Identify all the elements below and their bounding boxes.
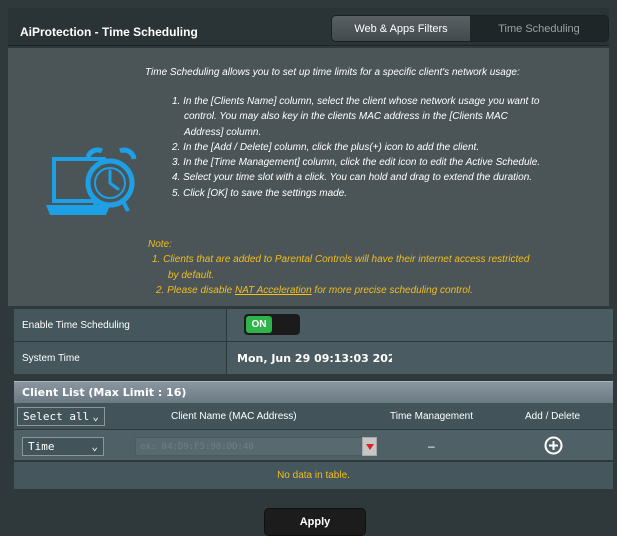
enable-time-scheduling-label: Enable Time Scheduling: [22, 320, 130, 331]
nat-acceleration-link[interactable]: NAT Acceleration: [235, 285, 312, 296]
step-2: 2. In the [Add / Delete] column, click t…: [172, 141, 480, 153]
note-1-line-2: by default.: [168, 269, 215, 281]
page-title: AiProtection - Time Scheduling: [20, 25, 198, 39]
client-time-value: Time: [28, 440, 55, 453]
client-input-row: Time ⌄ ex: 04:D9:F5:98:DD:40 –: [14, 430, 613, 460]
client-list-header: Client List (Max Limit : 16): [14, 381, 613, 403]
step-4: 4. Select your time slot with a click. Y…: [172, 172, 533, 184]
client-list-title: Client List (Max Limit : 16): [22, 386, 187, 399]
step-1-line-1: 1. In the [Clients Name] column, select …: [172, 96, 540, 107]
client-time-dropdown[interactable]: Time ⌄: [22, 437, 104, 456]
system-time-label: System Time: [22, 353, 80, 364]
chevron-down-icon: ⌄: [92, 410, 99, 423]
toggle-on-label: ON: [246, 316, 272, 333]
system-time-value: Mon, Jun 29 09:13:03 2020: [237, 352, 392, 365]
time-management-value: –: [428, 439, 435, 453]
chevron-down-icon: ⌄: [91, 440, 98, 453]
enable-time-scheduling-row: Enable Time Scheduling ON: [14, 308, 613, 341]
enable-time-scheduling-cell: ON: [226, 309, 613, 341]
step-1-line-3: Address] column.: [184, 126, 262, 138]
column-add-delete: Add / Delete: [525, 411, 581, 422]
note-1-line-1: 1. Clients that are added to Parental Co…: [152, 254, 530, 266]
column-client-name: Client Name (MAC Address): [171, 411, 297, 422]
note-2: 2. Please disable NAT Acceleration for m…: [148, 283, 603, 298]
note-2-suffix: for more precise scheduling control.: [311, 284, 473, 296]
client-mac-input[interactable]: ex: 04:D9:F5:98:DD:40: [135, 437, 364, 456]
intro-text: Time Scheduling allows you to set up tim…: [145, 67, 520, 78]
system-time-cell: Mon, Jun 29 09:13:03 2020: [226, 342, 613, 374]
instruction-steps: 1. In the [Clients Name] column, select …: [172, 94, 604, 201]
tab-bar: Web & Apps Filters Time Scheduling: [331, 15, 609, 42]
select-all-dropdown[interactable]: Select all ⌄: [17, 407, 105, 426]
column-time-management: Time Management: [390, 411, 473, 422]
step-3: 3. In the [Time Management] column, clic…: [172, 157, 541, 169]
clock-laptop-icon: [40, 145, 140, 225]
apply-button[interactable]: Apply: [264, 508, 366, 536]
no-data-row: No data in table.: [14, 462, 613, 489]
step-5: 5. Click [OK] to save the settings made.: [172, 187, 348, 199]
note-2-prefix: 2. Please disable: [156, 284, 235, 296]
select-all-value: Select all: [23, 410, 90, 423]
system-time-row: System Time Mon, Jun 29 09:13:03 2020: [14, 341, 613, 374]
enable-time-scheduling-toggle[interactable]: ON: [244, 314, 300, 335]
client-mac-dropdown-button[interactable]: [362, 437, 377, 456]
tab-web-apps-filters[interactable]: Web & Apps Filters: [332, 16, 470, 41]
no-data-text: No data in table.: [277, 470, 350, 481]
add-client-icon[interactable]: [544, 436, 563, 455]
note-block: Note: 1. Clients that are added to Paren…: [148, 237, 603, 298]
tab-time-scheduling[interactable]: Time Scheduling: [470, 16, 608, 41]
step-1-line-2: control. You may also key in the clients…: [184, 111, 508, 123]
note-label: Note:: [148, 239, 172, 250]
client-table-header: Select all ⌄ Client Name (MAC Address) T…: [14, 403, 613, 429]
